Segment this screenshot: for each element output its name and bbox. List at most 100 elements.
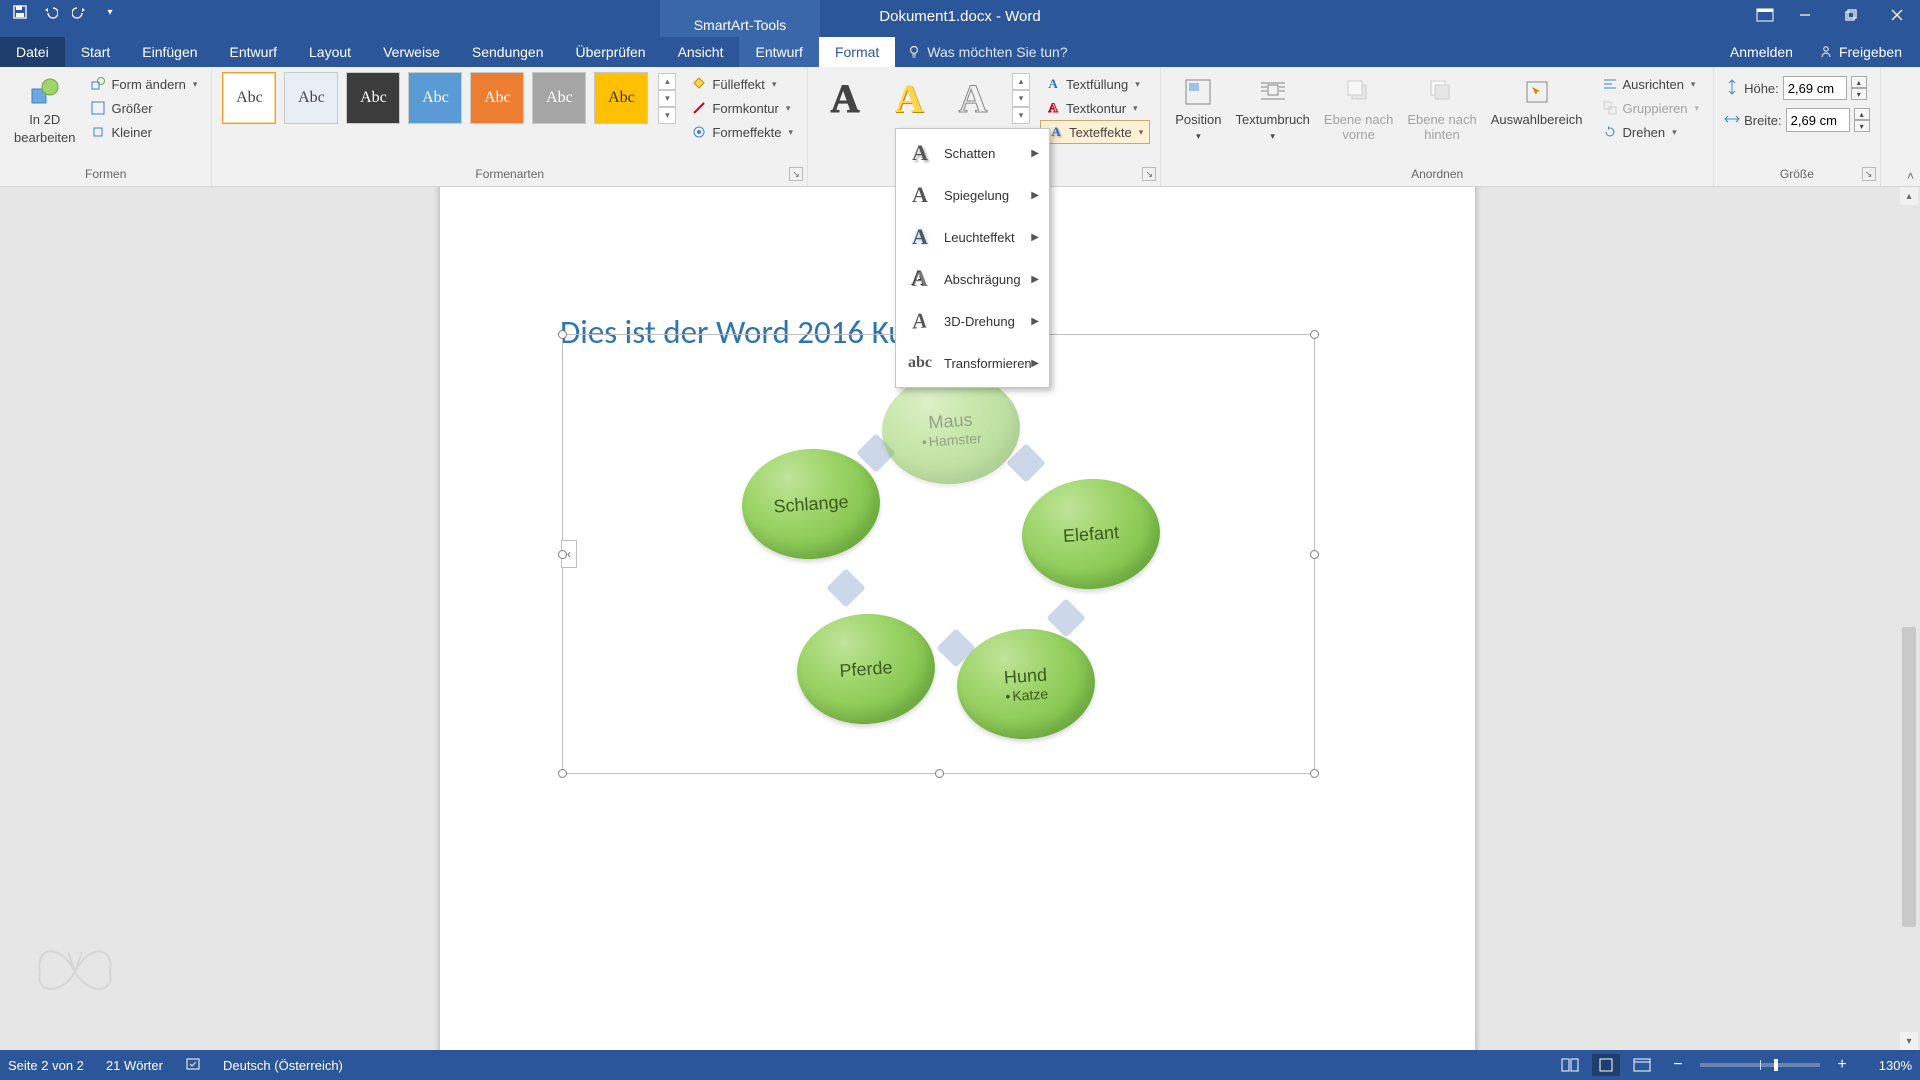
web-layout-button[interactable] — [1628, 1054, 1656, 1076]
larger-button[interactable]: Größer — [85, 96, 201, 120]
position-button[interactable]: Position▾ — [1171, 72, 1225, 143]
height-spin-down[interactable]: ▾ — [1851, 88, 1867, 100]
wordart-style-3[interactable]: A — [946, 72, 1000, 124]
text-wrap-button[interactable]: Textumbruch▾ — [1231, 72, 1313, 143]
resize-handle-s[interactable] — [935, 769, 944, 778]
zoom-level[interactable]: 130% — [1864, 1058, 1912, 1073]
align-button[interactable]: Ausrichten — [1597, 72, 1704, 96]
scroll-down-button[interactable]: ▾ — [1900, 1032, 1918, 1050]
wordart-gallery-more[interactable]: ▾ — [1012, 107, 1030, 124]
text-fill-button[interactable]: ATextfüllung — [1040, 72, 1150, 96]
width-spin-up[interactable]: ▴ — [1854, 108, 1870, 120]
shape-style-4[interactable]: Abc — [408, 72, 462, 124]
undo-button[interactable] — [36, 0, 64, 24]
ribbon-display-options-button[interactable] — [1750, 5, 1780, 25]
zoom-slider[interactable] — [1700, 1063, 1820, 1067]
width-field[interactable]: Breite: ▴▾ — [1724, 108, 1870, 132]
size-launcher[interactable]: ↘ — [1862, 167, 1876, 181]
minimize-button[interactable] — [1782, 0, 1828, 30]
sign-in-button[interactable]: Anmelden — [1718, 44, 1805, 60]
menu-bevel[interactable]: A Abschrägung ▶ — [898, 258, 1047, 300]
resize-handle-sw[interactable] — [558, 769, 567, 778]
gallery-down-button[interactable]: ▾ — [658, 90, 676, 107]
wordart-style-2[interactable]: A — [882, 72, 936, 124]
status-language[interactable]: Deutsch (Österreich) — [223, 1058, 343, 1073]
resize-handle-e[interactable] — [1310, 550, 1319, 559]
tell-me-search[interactable]: Was möchten Sie tun? — [895, 37, 1079, 67]
selection-pane-button[interactable]: Auswahlbereich — [1487, 72, 1587, 130]
gallery-up-button[interactable]: ▴ — [658, 73, 676, 90]
wordart-gallery[interactable]: A A A ▴ ▾ ▾ — [818, 72, 1030, 124]
vertical-scrollbar[interactable]: ▴ ▾ — [1900, 187, 1918, 1050]
menu-transform[interactable]: abc Transformieren ▶ — [898, 342, 1047, 384]
text-effects-button[interactable]: ATexteffekte — [1040, 120, 1150, 144]
shape-style-2[interactable]: Abc — [284, 72, 338, 124]
menu-reflection[interactable]: A Spiegelung ▶ — [898, 174, 1047, 216]
status-proofing-icon[interactable] — [185, 1056, 201, 1075]
shape-style-1[interactable]: Abc — [222, 72, 276, 124]
rotate-button[interactable]: Drehen — [1597, 120, 1704, 144]
text-outline-label: Textkontur — [1066, 101, 1126, 116]
tab-mailings[interactable]: Sendungen — [456, 37, 560, 67]
shape-style-3[interactable]: Abc — [346, 72, 400, 124]
gallery-more-button[interactable]: ▾ — [658, 107, 676, 124]
shape-fill-button[interactable]: Fülleffekt — [686, 72, 797, 96]
scroll-up-button[interactable]: ▴ — [1900, 187, 1918, 205]
save-button[interactable] — [6, 0, 34, 24]
tab-review[interactable]: Überprüfen — [560, 37, 662, 67]
text-outline-button[interactable]: ATextkontur — [1040, 96, 1150, 120]
menu-3d-rotation[interactable]: A 3D-Drehung ▶ — [898, 300, 1047, 342]
wordart-gallery-down[interactable]: ▾ — [1012, 90, 1030, 107]
tab-file[interactable]: Datei — [0, 37, 65, 67]
wordart-style-1[interactable]: A — [818, 72, 872, 124]
zoom-out-button[interactable]: − — [1664, 1054, 1692, 1076]
tab-insert[interactable]: Einfügen — [126, 37, 213, 67]
scroll-thumb[interactable] — [1902, 627, 1916, 927]
close-button[interactable] — [1874, 0, 1920, 30]
tab-smartart-design[interactable]: Entwurf — [739, 37, 818, 67]
shape-styles-launcher[interactable]: ↘ — [789, 167, 803, 181]
status-page[interactable]: Seite 2 von 2 — [8, 1058, 84, 1073]
collapse-ribbon-button[interactable]: ˄ — [1907, 169, 1914, 183]
change-shape-button[interactable]: Form ändern — [85, 72, 201, 96]
tab-start[interactable]: Start — [65, 37, 127, 67]
shape-effects-button[interactable]: Formeffekte — [686, 120, 797, 144]
height-field[interactable]: Höhe: ▴▾ — [1724, 76, 1867, 100]
edit-in-2d-label-2: bearbeiten — [14, 131, 75, 146]
menu-shadow[interactable]: A Schatten ▶ — [898, 132, 1047, 174]
width-input[interactable] — [1786, 108, 1850, 132]
menu-glow[interactable]: A Leuchteffekt ▶ — [898, 216, 1047, 258]
shape-style-6[interactable]: Abc — [532, 72, 586, 124]
edit-in-2d-button[interactable]: In 2D bearbeiten — [10, 72, 79, 148]
wordart-launcher[interactable]: ↘ — [1142, 167, 1156, 181]
tab-view[interactable]: Ansicht — [662, 37, 740, 67]
tab-design[interactable]: Entwurf — [214, 37, 293, 67]
shape-style-gallery[interactable]: Abc Abc Abc Abc Abc Abc Abc ▴ ▾ ▾ — [222, 72, 676, 124]
height-input[interactable] — [1783, 76, 1847, 100]
tab-smartart-format[interactable]: Format — [819, 37, 895, 67]
shape-effects-label: Formeffekte — [712, 125, 781, 140]
tab-layout[interactable]: Layout — [293, 37, 367, 67]
resize-handle-ne[interactable] — [1310, 330, 1319, 339]
redo-button[interactable] — [66, 0, 94, 24]
wordart-gallery-up[interactable]: ▴ — [1012, 73, 1030, 90]
read-mode-button[interactable] — [1556, 1054, 1584, 1076]
width-spin-down[interactable]: ▾ — [1854, 120, 1870, 132]
smartart-selection[interactable]: ‹ Maus Hamster Schlange Elefant Pferde H… — [562, 334, 1315, 774]
shape-style-7[interactable]: Abc — [594, 72, 648, 124]
zoom-in-button[interactable]: + — [1828, 1054, 1856, 1076]
shape-style-5[interactable]: Abc — [470, 72, 524, 124]
share-button[interactable]: Freigeben — [1807, 44, 1914, 60]
status-words[interactable]: 21 Wörter — [106, 1058, 163, 1073]
resize-handle-se[interactable] — [1310, 769, 1319, 778]
smaller-button[interactable]: Kleiner — [85, 120, 201, 144]
height-spin-up[interactable]: ▴ — [1851, 76, 1867, 88]
print-layout-button[interactable] — [1592, 1054, 1620, 1076]
qat-customize-button[interactable]: ▾ — [96, 0, 124, 24]
shape-outline-button[interactable]: Formkontur — [686, 96, 797, 120]
resize-handle-nw[interactable] — [558, 330, 567, 339]
resize-handle-w[interactable] — [558, 550, 567, 559]
window-title: Dokument1.docx - Word — [879, 8, 1040, 25]
tab-references[interactable]: Verweise — [367, 37, 456, 67]
maximize-button[interactable] — [1828, 0, 1874, 30]
